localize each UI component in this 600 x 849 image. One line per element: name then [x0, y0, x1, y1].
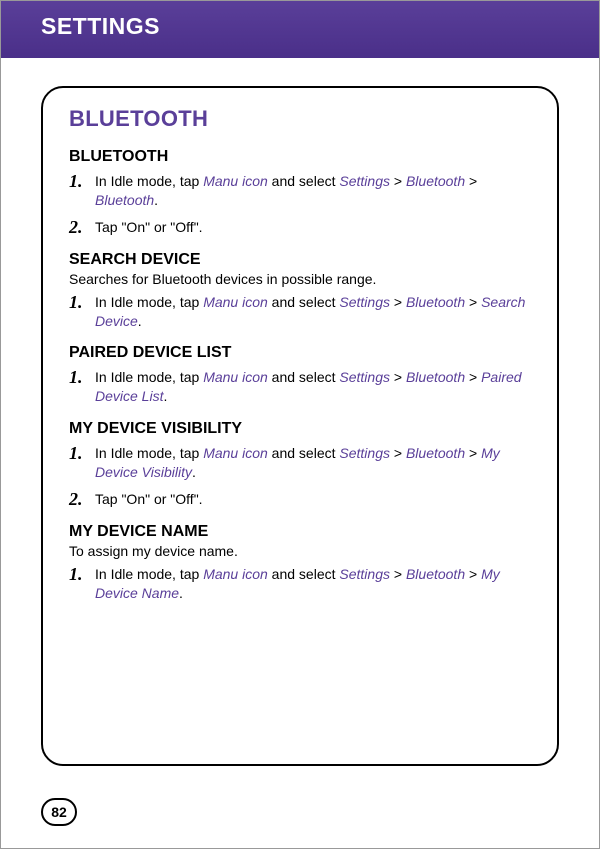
step-text: Tap "On" or "Off".: [95, 490, 531, 509]
ui-term: Bluetooth: [406, 445, 465, 461]
breadcrumb-separator: >: [465, 294, 481, 310]
step-text: Tap "On" or "Off".: [95, 218, 531, 237]
ui-term: Bluetooth: [95, 192, 154, 208]
step-item: 2. Tap "On" or "Off".: [69, 218, 531, 237]
ui-term: Bluetooth: [406, 566, 465, 582]
ui-term: Manu icon: [203, 294, 268, 310]
steps-list: 1. In Idle mode, tap Manu icon and select…: [69, 172, 531, 237]
breadcrumb-separator: >: [390, 566, 406, 582]
ui-term: Settings: [339, 294, 390, 310]
page-number-value: 82: [51, 804, 67, 820]
card-title: BLUETOOTH: [69, 106, 531, 132]
steps-list: 1. In Idle mode, tap Manu icon and select…: [69, 368, 531, 406]
breadcrumb-separator: >: [465, 566, 481, 582]
breadcrumb-separator: >: [465, 173, 477, 189]
page-header-title: SETTINGS: [41, 13, 160, 39]
step-item: 1. In Idle mode, tap Manu icon and select…: [69, 444, 531, 482]
step-item: 1. In Idle mode, tap Manu icon and select…: [69, 172, 531, 210]
step-text: In Idle mode, tap Manu icon and select S…: [95, 368, 531, 406]
step-item: 2. Tap "On" or "Off".: [69, 490, 531, 509]
breadcrumb-separator: >: [390, 445, 406, 461]
groups-container: BLUETOOTH 1. In Idle mode, tap Manu icon a…: [69, 148, 531, 603]
step-item: 1. In Idle mode, tap Manu icon and select…: [69, 565, 531, 603]
ui-term: Manu icon: [203, 173, 268, 189]
group-heading: MY DEVICE NAME: [69, 523, 531, 541]
group-heading: BLUETOOTH: [69, 148, 531, 166]
step-text: In Idle mode, tap Manu icon and select S…: [95, 293, 531, 331]
ui-term: Manu icon: [203, 369, 268, 385]
step-text: In Idle mode, tap Manu icon and select S…: [95, 444, 531, 482]
steps-list: 1. In Idle mode, tap Manu icon and select…: [69, 293, 531, 331]
group-description: Searches for Bluetooth devices in possib…: [69, 271, 531, 287]
step-number: 1.: [69, 441, 83, 465]
breadcrumb-separator: >: [390, 173, 406, 189]
ui-term: Manu icon: [203, 566, 268, 582]
step-number: 2.: [69, 487, 83, 511]
page-header: SETTINGS: [1, 1, 599, 58]
group-description: To assign my device name.: [69, 543, 531, 559]
step-number: 1.: [69, 169, 83, 193]
ui-term: Bluetooth: [406, 294, 465, 310]
step-item: 1. In Idle mode, tap Manu icon and select…: [69, 368, 531, 406]
steps-list: 1. In Idle mode, tap Manu icon and select…: [69, 565, 531, 603]
step-number: 2.: [69, 215, 83, 239]
group-heading: MY DEVICE VISIBILITY: [69, 420, 531, 438]
ui-term: Settings: [339, 369, 390, 385]
ui-term: Settings: [339, 566, 390, 582]
group-heading: SEARCH DEVICE: [69, 251, 531, 269]
content-area: BLUETOOTH BLUETOOTH 1. In Idle mode, tap M…: [1, 58, 599, 766]
ui-term: Bluetooth: [406, 369, 465, 385]
breadcrumb-separator: >: [465, 445, 481, 461]
steps-list: 1. In Idle mode, tap Manu icon and select…: [69, 444, 531, 509]
breadcrumb-separator: >: [390, 369, 406, 385]
step-number: 1.: [69, 365, 83, 389]
step-number: 1.: [69, 562, 83, 586]
breadcrumb-separator: >: [390, 294, 406, 310]
step-text: In Idle mode, tap Manu icon and select S…: [95, 565, 531, 603]
page-number: 82: [41, 798, 77, 826]
step-number: 1.: [69, 290, 83, 314]
ui-term: Settings: [339, 445, 390, 461]
group-heading: PAIRED DEVICE LIST: [69, 344, 531, 362]
ui-term: Settings: [339, 173, 390, 189]
ui-term: Manu icon: [203, 445, 268, 461]
step-item: 1. In Idle mode, tap Manu icon and select…: [69, 293, 531, 331]
ui-term: Bluetooth: [406, 173, 465, 189]
breadcrumb-separator: >: [465, 369, 481, 385]
step-text: In Idle mode, tap Manu icon and select S…: [95, 172, 531, 210]
settings-card: BLUETOOTH BLUETOOTH 1. In Idle mode, tap M…: [41, 86, 559, 766]
